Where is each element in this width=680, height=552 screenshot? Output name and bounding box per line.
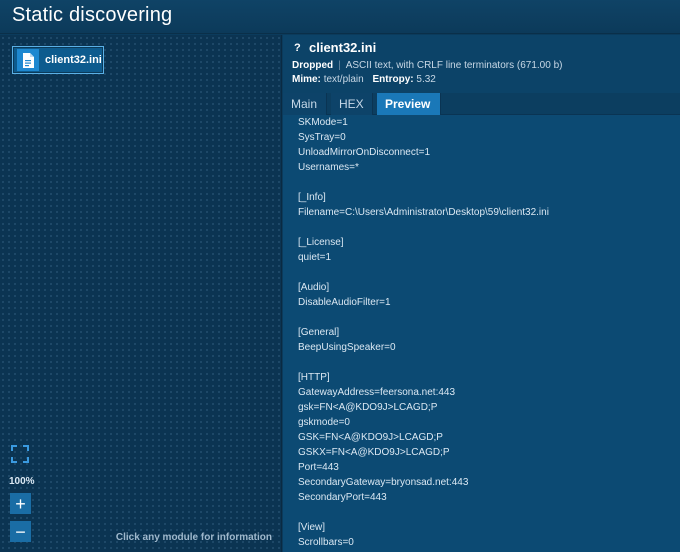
tab-preview[interactable]: Preview: [377, 93, 441, 115]
file-meta-line: Mime: text/plain Entropy: 5.32: [292, 74, 436, 85]
preview-line: GatewayAddress=feersona.net:443: [298, 387, 456, 398]
title-bar: Static discovering: [0, 0, 680, 34]
entropy-label: Entropy:: [372, 74, 414, 85]
preview-line: Scrollbars=0: [298, 537, 354, 548]
file-description: ASCII text, with CRLF line terminators (…: [345, 60, 563, 71]
mime-value: text/plain: [323, 74, 364, 85]
preview-line: [General]: [298, 327, 340, 338]
mime-label: Mime:: [292, 74, 321, 85]
question-icon: ?: [294, 42, 301, 54]
file-node-label: client32.ini: [45, 54, 102, 66]
preview-line: [Audio]: [298, 282, 330, 293]
preview-line: [298, 505, 549, 520]
preview-line: [298, 355, 549, 370]
preview-text: SKMode=1 SysTray=0 UnloadMirrorOnDisconnec…: [298, 116, 549, 550]
preview-line: [View]: [298, 522, 326, 533]
details-panel: ? client32.ini Dropped | ASCII text, with …: [283, 35, 680, 552]
file-info-header: ? client32.ini Dropped | ASCII text, with …: [283, 35, 680, 93]
preview-line: GSKX=FN<A@KDO9J>LCAGD;P: [298, 447, 450, 458]
zoom-in-button[interactable]: +: [10, 493, 31, 514]
preview-line: [298, 310, 549, 325]
zoom-out-button[interactable]: −: [10, 521, 31, 542]
preview-line: [298, 265, 549, 280]
plus-icon: +: [15, 493, 26, 514]
tab-bar: Main HEX Preview: [283, 93, 680, 115]
preview-line: BeepUsingSpeaker=0: [298, 342, 396, 353]
document-icon: [17, 49, 39, 71]
preview-line: [_Info]: [298, 192, 326, 203]
preview-line: Port=443: [298, 462, 339, 473]
preview-line: Filename=C:\Users\Administrator\Desktop\…: [298, 207, 549, 218]
tab-main[interactable]: Main: [283, 93, 327, 115]
preview-content[interactable]: SKMode=1 SysTray=0 UnloadMirrorOnDisconnec…: [283, 116, 680, 552]
fit-screen-icon[interactable]: [11, 445, 29, 463]
graph-hint: Click any module for information: [115, 532, 272, 543]
graph-canvas[interactable]: client32.ini 100% + − Click any module f…: [0, 35, 282, 552]
preview-line: GSK=FN<A@KDO9J>LCAGD;P: [298, 432, 443, 443]
preview-line: [_License]: [298, 237, 344, 248]
zoom-level: 100%: [9, 476, 35, 487]
file-name: client32.ini: [309, 40, 377, 55]
tab-hex[interactable]: HEX: [331, 93, 373, 115]
preview-line: [HTTP]: [298, 372, 330, 383]
file-type-line: Dropped | ASCII text, with CRLF line termi…: [292, 60, 562, 71]
preview-line: gskmode=0: [298, 417, 350, 428]
preview-line: Usernames=*: [298, 162, 359, 173]
file-type-label: Dropped: [292, 60, 334, 71]
window-title: Static discovering: [12, 4, 173, 26]
preview-line: [298, 220, 549, 235]
separator: |: [338, 60, 341, 71]
preview-line: DisableAudioFilter=1: [298, 297, 391, 308]
minus-icon: −: [15, 521, 26, 542]
preview-line: [298, 175, 549, 190]
entropy-value: 5.32: [416, 74, 436, 85]
preview-line: SecondaryGateway=bryonsad.net:443: [298, 477, 469, 488]
preview-line: SysTray=0: [298, 132, 346, 143]
preview-line: SKMode=1: [298, 117, 348, 128]
preview-line: gsk=FN<A@KDO9J>LCAGD;P: [298, 402, 438, 413]
preview-line: SecondaryPort=443: [298, 492, 387, 503]
file-node-client32[interactable]: client32.ini: [12, 46, 104, 74]
preview-line: quiet=1: [298, 252, 332, 263]
preview-line: UnloadMirrorOnDisconnect=1: [298, 147, 431, 158]
